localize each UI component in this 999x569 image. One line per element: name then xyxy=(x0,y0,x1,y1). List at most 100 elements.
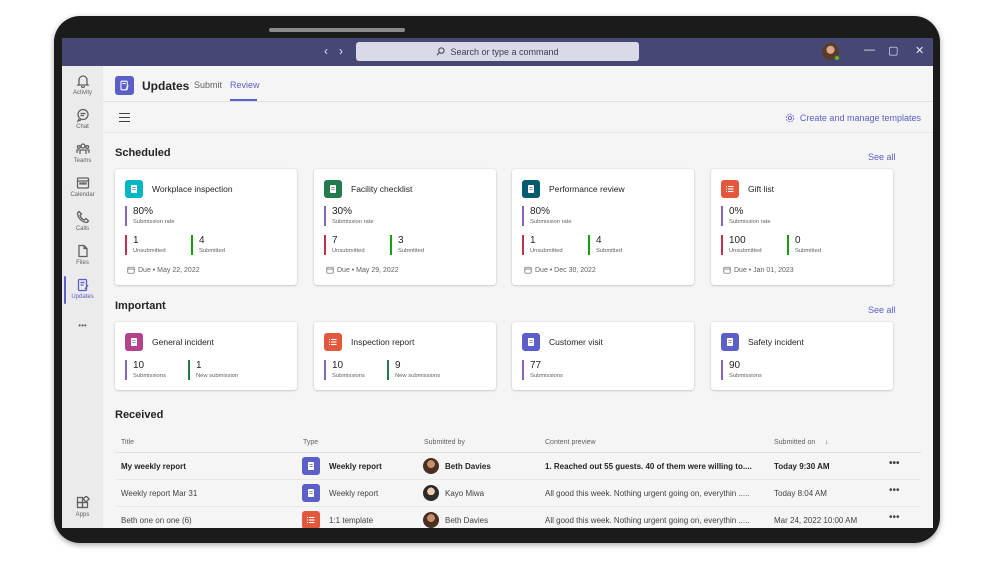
chat-icon xyxy=(76,108,89,122)
unsubmitted-stat: 7 Unsubmitted xyxy=(324,235,365,255)
rail-item-chat[interactable]: Chat xyxy=(62,108,103,140)
row-more-options-icon[interactable]: ••• xyxy=(889,485,900,496)
column-title[interactable]: Title xyxy=(121,439,134,446)
submissions-value: 90 xyxy=(729,360,741,371)
new-submissions-stat: 9 New submissions xyxy=(387,360,440,380)
active-tab-underline xyxy=(230,99,257,101)
minimize-button[interactable]: — xyxy=(864,44,875,56)
submissions-value: 77 xyxy=(530,360,542,371)
rail-label: Calls xyxy=(75,226,90,232)
scheduled-card[interactable]: Gift list 0% Submission rate 100 Unsubmitted… xyxy=(711,169,893,285)
back-arrow-icon[interactable]: ‹ xyxy=(324,44,328,58)
device-button xyxy=(269,28,405,32)
search-box[interactable]: Search or type a command xyxy=(356,42,639,61)
rail-item-activity[interactable]: Activity xyxy=(62,74,103,106)
tab-review[interactable]: Review xyxy=(230,80,260,90)
scheduled-heading: Scheduled xyxy=(115,147,171,159)
row-title: Beth one on one (6) xyxy=(121,516,192,525)
card-title: Inspection report xyxy=(351,337,415,347)
submissions-label: Submissions xyxy=(729,373,762,379)
submissions-label: Submissions xyxy=(133,373,166,379)
submission-rate-label: Submission rate xyxy=(729,219,771,225)
row-submitted-by: Beth Davies xyxy=(445,516,489,525)
submission-rate-stat: 80% Submission rate xyxy=(125,206,175,226)
presence-available-icon xyxy=(834,55,840,61)
scheduled-card[interactable]: Performance review 80% Submission rate 1 Uns… xyxy=(512,169,694,285)
calendar-icon xyxy=(326,266,334,274)
app-title: Updates xyxy=(142,79,190,93)
important-card[interactable]: General incident 10 Submissions 1 New submis… xyxy=(115,322,297,390)
column-content-preview[interactable]: Content preview xyxy=(545,439,596,446)
row-content-preview: 1. Reached out 55 guests. 40 of them wer… xyxy=(545,462,752,471)
submitted-value: 4 xyxy=(596,235,602,246)
close-button[interactable]: ✕ xyxy=(915,44,924,57)
card-title: General incident xyxy=(152,337,214,347)
scheduled-card[interactable]: Workplace inspection 80% Submission rate 1 U… xyxy=(115,169,297,285)
column-submitted-on[interactable]: Submitted on xyxy=(774,439,815,446)
sort-descending-icon[interactable]: ↓ xyxy=(825,439,829,446)
submissions-value: 10 xyxy=(133,360,145,371)
template-icon xyxy=(125,333,143,351)
submission-rate-label: Submission rate xyxy=(332,219,374,225)
template-icon xyxy=(522,333,540,351)
important-card[interactable]: Inspection report 10 Submissions 9 New submi… xyxy=(314,322,496,390)
table-row[interactable]: Weekly report Mar 31 Weekly report Kayo Mi… xyxy=(115,480,921,507)
rail-item-teams[interactable]: Teams xyxy=(62,142,103,174)
rail-label: Activity xyxy=(72,90,92,96)
submitted-label: Submitted xyxy=(795,248,822,254)
template-icon xyxy=(125,180,143,198)
important-card[interactable]: Customer visit 77 Submissions xyxy=(512,322,694,390)
row-more-options-icon[interactable]: ••• xyxy=(889,512,900,523)
submitted-value: 0 xyxy=(795,235,801,246)
new-submissions-stat: 1 New submission xyxy=(188,360,238,380)
rail-item-updates[interactable]: Updates xyxy=(62,278,103,310)
calendar-icon xyxy=(127,266,135,274)
row-submitted-on: Today 9:30 AM xyxy=(774,462,830,471)
due-date: Due • May 22, 2022 xyxy=(127,266,200,274)
submitted-value: 3 xyxy=(398,235,404,246)
maximize-button[interactable]: ▢ xyxy=(888,44,898,57)
apps-icon xyxy=(76,496,90,509)
submission-rate-value: 80% xyxy=(530,206,551,217)
unsubmitted-value: 1 xyxy=(530,235,536,246)
card-title: Customer visit xyxy=(549,337,603,347)
table-row[interactable]: Beth one on one (6) 1:1 template Beth Davi… xyxy=(115,507,921,528)
forward-arrow-icon[interactable]: › xyxy=(339,44,343,58)
submitter-avatar xyxy=(423,512,439,528)
rail-item-files[interactable]: Files xyxy=(62,244,103,276)
submitted-value: 4 xyxy=(199,235,205,246)
submission-rate-label: Submission rate xyxy=(133,219,175,225)
card-title: Facility checklist xyxy=(351,184,413,194)
card-title: Safety incident xyxy=(748,337,804,347)
tab-submit[interactable]: Submit xyxy=(194,80,222,90)
important-see-all-link[interactable]: See all xyxy=(868,305,896,315)
row-title: My weekly report xyxy=(121,462,186,471)
calendar-icon xyxy=(76,177,89,189)
important-card[interactable]: Safety incident 90 Submissions xyxy=(711,322,893,390)
submission-rate-stat: 80% Submission rate xyxy=(522,206,572,226)
app-rail: Activity Chat Teams Calendar Calls Files… xyxy=(62,66,103,528)
rail-label: Updates xyxy=(71,294,94,300)
submission-rate-value: 0% xyxy=(729,206,744,217)
unsubmitted-stat: 100 Unsubmitted xyxy=(721,235,762,255)
hamburger-menu-icon[interactable] xyxy=(119,113,130,122)
rail-label: Files xyxy=(76,260,89,266)
due-date: Due • Dec 30, 2022 xyxy=(524,266,596,274)
received-heading: Received xyxy=(115,409,164,421)
rail-item-calls[interactable]: Calls xyxy=(62,210,103,242)
rail-more-button[interactable]: ••• xyxy=(62,321,103,353)
create-manage-templates-button[interactable]: Create and manage templates xyxy=(785,113,921,123)
scheduled-see-all-link[interactable]: See all xyxy=(868,152,896,162)
teams-icon xyxy=(75,143,90,154)
row-more-options-icon[interactable]: ••• xyxy=(889,458,900,469)
table-row[interactable]: My weekly report Weekly report Beth Davies… xyxy=(115,453,921,480)
column-type[interactable]: Type xyxy=(303,439,318,446)
unsubmitted-label: Unsubmitted xyxy=(729,248,762,254)
rail-item-apps[interactable]: Apps xyxy=(62,496,103,528)
rail-item-calendar[interactable]: Calendar xyxy=(62,176,103,208)
rail-label: Teams xyxy=(73,158,92,164)
column-submitted-by[interactable]: Submitted by xyxy=(424,439,465,446)
rail-label: Calendar xyxy=(70,192,95,198)
unsubmitted-label: Unsubmitted xyxy=(530,248,563,254)
scheduled-card[interactable]: Facility checklist 30% Submission rate 7 Uns… xyxy=(314,169,496,285)
